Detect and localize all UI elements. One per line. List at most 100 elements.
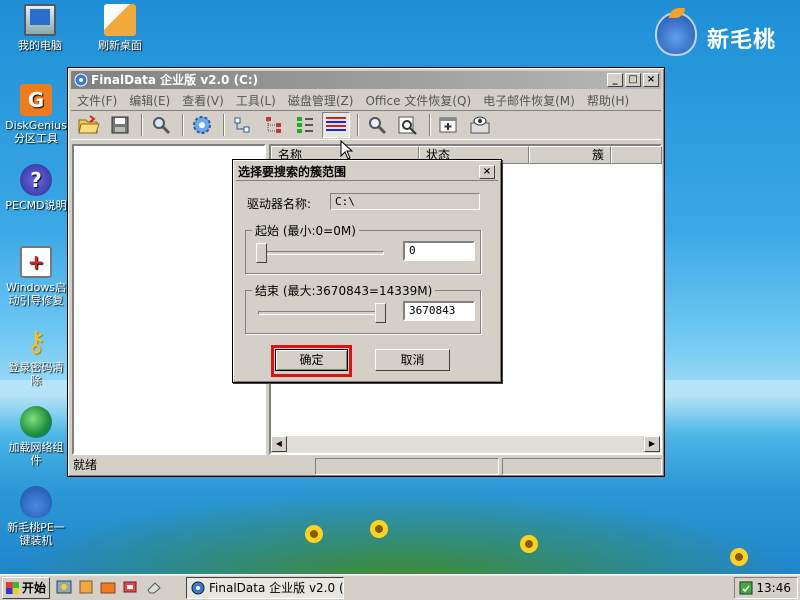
menu-tools[interactable]: 工具(L) (230, 90, 282, 109)
dialog-title: 选择要搜索的簇范围 (238, 165, 347, 179)
column-header-cluster[interactable]: 簇 (529, 146, 611, 164)
cancel-button[interactable]: 取消 (375, 349, 450, 371)
floppy-disk-icon (111, 116, 129, 134)
desktop-icon-label: 我的电脑 (18, 39, 62, 52)
desktop-icon-pecmd[interactable]: ? PECMD说明 (4, 164, 68, 212)
start-label: 开始 (22, 581, 47, 595)
desktop-icon-refresh[interactable]: 刷新桌面 (85, 4, 155, 52)
desktop-icon-label: Windows启动引导修复 (5, 281, 67, 307)
start-slider-track[interactable] (258, 251, 384, 255)
clock: 13:46 (756, 581, 791, 595)
diskgenius-icon: G (20, 84, 52, 116)
finaldata-task-icon (191, 581, 205, 595)
grass-background (0, 490, 800, 580)
flower-decoration (370, 520, 388, 538)
view-details-button[interactable] (291, 112, 319, 138)
end-group: 结束 (最大:3670843=14339M) 3670843 (245, 282, 481, 334)
close-button[interactable]: × (643, 73, 659, 87)
computer-icon (24, 4, 56, 36)
column-header-extra[interactable] (611, 146, 662, 164)
window-titlebar[interactable]: FinalData 企业版 v2.0 (C:) _ □ × (71, 71, 661, 89)
flower-decoration (520, 535, 538, 553)
flower-decoration (730, 548, 748, 566)
status-panel (315, 458, 499, 475)
desktop-icon-password-clear[interactable]: ⚷ 登录密码清除 (4, 325, 68, 388)
status-panel (502, 458, 662, 475)
start-group: 起始 (最小:0=0M) 0 (245, 222, 481, 274)
horizontal-scrollbar[interactable]: ◀ ▶ (271, 436, 660, 453)
menu-view[interactable]: 查看(V) (176, 90, 230, 109)
find-next-button[interactable] (394, 112, 422, 138)
menu-disk-management[interactable]: 磁盘管理(Z) (282, 90, 360, 109)
menu-edit[interactable]: 编辑(E) (123, 90, 176, 109)
toolbar (71, 110, 661, 140)
menubar: 文件(F) 编辑(E) 查看(V) 工具(L) 磁盘管理(Z) Office 文… (71, 90, 661, 109)
end-value-input[interactable]: 3670843 (403, 301, 475, 321)
mouse-cursor-icon (340, 140, 354, 160)
dialog-close-button[interactable]: × (479, 165, 495, 179)
add-window-button[interactable] (435, 112, 463, 138)
settings-button[interactable] (188, 112, 216, 138)
scroll-right-arrow-icon[interactable]: ▶ (644, 436, 660, 452)
end-group-label: 结束 (最大:3670843=14339M) (252, 282, 436, 299)
view-list-button[interactable] (322, 112, 350, 138)
desktop-icon-label: 刷新桌面 (98, 39, 142, 52)
menu-office-recovery[interactable]: Office 文件恢复(Q) (359, 90, 477, 109)
toolbar-separator (182, 114, 184, 136)
taskbar-finaldata-button[interactable]: FinalData 企业版 v2.0 (C:) (186, 577, 344, 599)
key-icon: ⚷ (25, 325, 47, 358)
maximize-button[interactable]: □ (625, 73, 641, 87)
toolbar-separator (429, 114, 431, 136)
peach-logo-icon (655, 12, 697, 56)
quicklaunch-broom-icon[interactable] (78, 579, 94, 595)
desktop-icon-pe-install[interactable]: 新毛桃PE一键装机 (4, 486, 68, 547)
toolbar-separator (141, 114, 143, 136)
find-document-icon (398, 116, 417, 135)
preview-button[interactable] (466, 112, 494, 138)
tray-app-icon[interactable] (739, 581, 753, 595)
save-button[interactable] (106, 112, 134, 138)
start-group-label: 起始 (最小:0=0M) (252, 222, 359, 239)
tree-view-icon (234, 117, 250, 133)
dialog-titlebar[interactable]: 选择要搜索的簇范围 × (236, 163, 498, 181)
start-value-input[interactable]: 0 (403, 241, 475, 261)
start-slider-thumb[interactable] (256, 243, 267, 263)
finaldata-app-icon (74, 73, 88, 87)
new-window-icon (439, 117, 457, 133)
find-button[interactable] (363, 112, 391, 138)
end-slider-thumb[interactable] (375, 303, 386, 323)
drive-name-field: C:\ (330, 193, 480, 210)
broom-icon (104, 4, 136, 36)
view-tree-button[interactable] (229, 112, 257, 138)
desktop-icon-my-computer[interactable]: 我的电脑 (5, 4, 75, 52)
view-hierarchy-button[interactable] (260, 112, 288, 138)
end-slider-track[interactable] (258, 311, 384, 315)
desktop-icon-network[interactable]: 加载网络组件 (4, 406, 68, 467)
desktop-icon-label: 新毛桃PE一键装机 (7, 521, 65, 547)
window-title: FinalData 企业版 v2.0 (C:) (91, 73, 259, 87)
magnifier-icon (153, 117, 171, 135)
quicklaunch-eraser-icon[interactable] (146, 579, 162, 595)
desktop-icon-boot-repair[interactable]: + Windows启动引导修复 (4, 246, 68, 307)
quicklaunch-tool-icon[interactable] (122, 579, 138, 595)
quicklaunch-refresh-icon[interactable] (56, 579, 72, 595)
minimize-button[interactable]: _ (607, 73, 623, 87)
open-folder-button[interactable] (75, 112, 103, 138)
menu-email-recovery[interactable]: 电子邮件恢复(M) (477, 90, 581, 109)
desktop-icon-diskgenius[interactable]: G DiskGenius分区工具 (4, 84, 68, 145)
menu-file[interactable]: 文件(F) (71, 90, 123, 109)
help-icon: ? (20, 164, 52, 196)
desktop-icon-label: DiskGenius分区工具 (5, 119, 67, 145)
quicklaunch-folder-icon[interactable] (100, 579, 116, 595)
start-button[interactable]: 开始 (2, 577, 50, 599)
ok-button[interactable]: 确定 (275, 349, 348, 371)
search-button[interactable] (147, 112, 175, 138)
menu-help[interactable]: 帮助(H) (581, 90, 635, 109)
brand-logo: 新毛桃 (655, 8, 795, 58)
toolbar-separator (357, 114, 359, 136)
desktop-icon-label: PECMD说明 (5, 199, 67, 212)
logo-text: 新毛桃 (707, 28, 777, 53)
scroll-left-arrow-icon[interactable]: ◀ (271, 436, 287, 452)
status-text: 就绪 (73, 458, 98, 472)
globe-icon (20, 406, 52, 438)
